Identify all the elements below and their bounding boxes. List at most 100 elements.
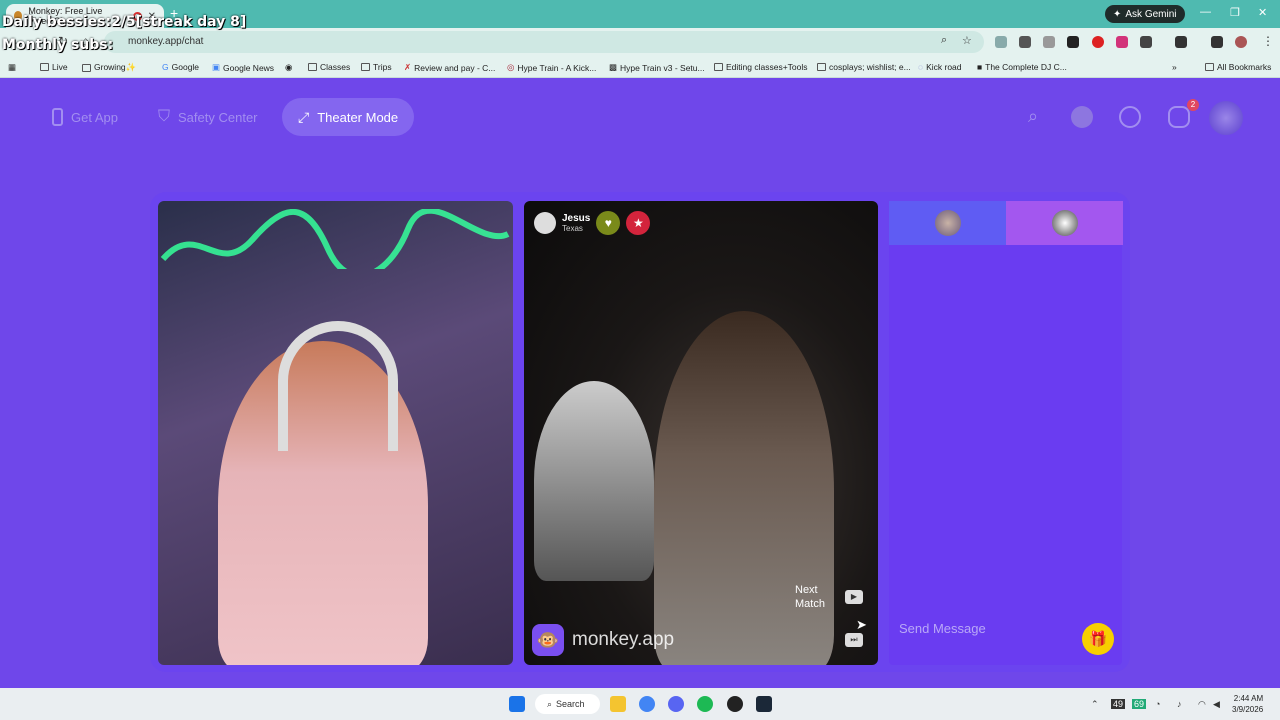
url-input[interactable]: monkey.app/chat	[104, 31, 984, 53]
microphone-icon[interactable]: ♪	[1177, 699, 1182, 709]
folder-icon	[817, 63, 826, 71]
file-explorer-icon[interactable]	[610, 696, 626, 712]
headphones	[278, 321, 398, 451]
spotify-icon[interactable]	[697, 696, 713, 712]
dj-course-icon: ■	[977, 62, 983, 72]
folder-icon	[714, 63, 723, 71]
media-icon[interactable]	[1175, 36, 1187, 48]
bookmark-item[interactable]: Editing classes+Tools	[714, 62, 808, 72]
extension-icon-1[interactable]	[995, 36, 1007, 48]
avatar	[934, 210, 961, 236]
hype-train-v3-icon: ▩	[609, 62, 618, 72]
hype-train-icon: ◎	[507, 62, 515, 72]
discord-icon[interactable]	[668, 696, 684, 712]
expand-icon: ⤢	[298, 108, 310, 125]
bookmark-item[interactable]: ◉	[285, 62, 292, 73]
folder-icon	[40, 63, 49, 71]
tray-app-badge[interactable]: 49	[1111, 699, 1126, 709]
extension-icon-2[interactable]	[1019, 36, 1031, 48]
volume-icon[interactable]: ◀	[1213, 699, 1220, 710]
messages-icon[interactable]	[1168, 106, 1190, 128]
send-message-input[interactable]: Send Message	[899, 621, 986, 636]
zoom-icon[interactable]: ⌕	[941, 34, 947, 47]
bookmark-item[interactable]: ■ The Complete DJ C...	[977, 62, 1067, 72]
minimize-icon[interactable]: —	[1200, 6, 1211, 18]
next-match-key-icon[interactable]: ▶	[845, 590, 863, 604]
extension-icon-4[interactable]	[1067, 36, 1079, 48]
search-icon[interactable]: ⌕	[1022, 106, 1044, 128]
bookmark-item[interactable]: ▣ Google News	[212, 62, 274, 73]
get-app-button[interactable]: Get App	[52, 101, 118, 133]
downloads-icon[interactable]	[1211, 36, 1223, 48]
bookmark-item[interactable]: Growing✨	[82, 62, 136, 73]
chat-tab-self[interactable]	[889, 201, 1006, 245]
extension-icon-5[interactable]	[1092, 36, 1104, 48]
ask-gemini-button[interactable]: ✦ Ask Gemini	[1105, 5, 1185, 23]
extension-icon-3[interactable]	[1043, 36, 1055, 48]
taskbar-clock[interactable]: 2:44 AM 3/9/2026	[1232, 693, 1263, 715]
badge-reaction-icon[interactable]: ★	[626, 211, 651, 235]
match-name: Jesus	[562, 212, 591, 224]
phone-icon	[52, 108, 63, 126]
skip-icon[interactable]: ⏭	[845, 633, 863, 647]
kick-road-icon: ◌	[918, 62, 924, 72]
heart-reaction-icon[interactable]: ♥	[596, 211, 621, 235]
chat-tab-match[interactable]	[1006, 201, 1123, 245]
start-icon[interactable]	[509, 696, 525, 712]
bookmark-item[interactable]: Trips	[361, 62, 392, 72]
gift-icon[interactable]: 🎁	[1082, 623, 1114, 655]
bookmark-item[interactable]: ◎ Hype Train - A Kick...	[507, 62, 596, 73]
folder-icon	[1205, 63, 1214, 71]
steam-icon[interactable]	[756, 696, 772, 712]
bookmark-item[interactable]: Live	[40, 62, 68, 72]
shield-icon: ⛉	[158, 108, 171, 125]
all-bookmarks[interactable]: All Bookmarks	[1205, 62, 1271, 72]
bookmark-item[interactable]: cosplays; wishlist; e...	[817, 62, 911, 72]
bookmark-item[interactable]: Classes	[308, 62, 350, 72]
profile-avatar-icon[interactable]	[1235, 36, 1247, 48]
bookmarks-bar: ▦ Live Growing✨ G Google ▣ Google News ◉ C…	[0, 56, 1280, 78]
folder-icon	[308, 63, 317, 71]
bookmark-item[interactable]: ▩ Hype Train v3 - Setu...	[609, 62, 705, 73]
kick-icon: ✗	[404, 62, 412, 72]
next-match-label: Next Match	[795, 584, 825, 610]
gemini-icon: ✦	[1113, 8, 1122, 20]
theater-mode-button[interactable]: ⤢ Theater Mode	[282, 98, 414, 136]
taskbar-search[interactable]: ⌕ Search	[535, 694, 600, 714]
bookmark-star-icon[interactable]: ☆	[962, 34, 972, 47]
avatar	[1051, 210, 1078, 236]
bookmark-item[interactable]: ✗ Review and pay - C...	[404, 62, 495, 73]
extensions-puzzle-icon[interactable]	[1140, 36, 1152, 48]
mouse-cursor-icon: ➤	[856, 617, 867, 632]
match-person-1	[534, 381, 654, 581]
monkey-watermark: 🐵 monkey.app	[532, 624, 674, 656]
chrome-icon[interactable]	[639, 696, 655, 712]
close-window-icon[interactable]: ✕	[1258, 6, 1267, 19]
folder-icon	[361, 63, 370, 71]
match-person-2	[654, 311, 834, 665]
folder-icon	[82, 63, 91, 72]
tray-overflow-icon[interactable]: ⌃	[1091, 699, 1099, 710]
monkey-logo-icon: 🐵	[532, 624, 564, 656]
wifi-icon[interactable]: ◠	[1198, 699, 1206, 710]
neon-light-decoration	[160, 209, 510, 269]
maximize-icon[interactable]: ❐	[1230, 6, 1240, 19]
obs-icon[interactable]	[727, 696, 743, 712]
tray-network-icon[interactable]: ◔	[1155, 699, 1160, 709]
stream-overlay-monthly: Monthly subs:	[2, 37, 114, 53]
stream-overlay-daily: Daily bessies:2/5[streak day 8]	[2, 14, 247, 30]
safety-center-button[interactable]: ⛉ Safety Center	[158, 101, 258, 133]
extension-icon-6[interactable]	[1116, 36, 1128, 48]
bookmarks-overflow-icon[interactable]: »	[1172, 62, 1177, 72]
user-avatar[interactable]	[1209, 101, 1243, 135]
search-icon: ⌕	[547, 698, 553, 709]
bookmark-item[interactable]: G Google	[162, 62, 199, 72]
avatar-filter-icon[interactable]	[1071, 106, 1093, 128]
apps-grid-icon[interactable]: ▦	[8, 62, 16, 73]
bookmark-item[interactable]: ◌ Kick road	[918, 62, 962, 72]
menu-kebab-icon[interactable]: ⋮	[1262, 34, 1274, 48]
notification-badge: 2	[1187, 99, 1199, 111]
tray-app-badge[interactable]: 69	[1132, 699, 1147, 709]
history-icon[interactable]	[1119, 106, 1141, 128]
match-user-badge[interactable]: Jesus Texas ♥ ★	[534, 211, 651, 235]
